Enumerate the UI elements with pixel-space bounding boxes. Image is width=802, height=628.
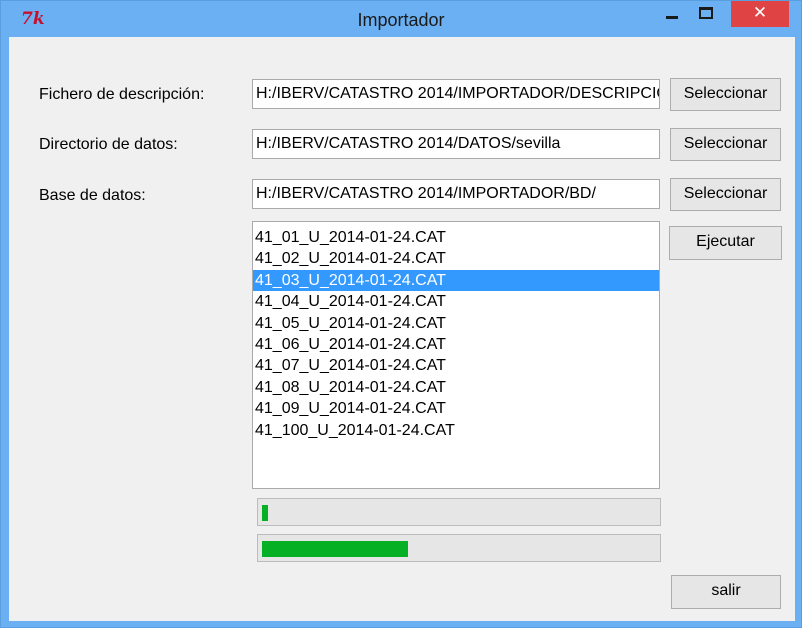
select-base-button[interactable]: Seleccionar [670,178,781,211]
list-item[interactable]: 41_100_U_2014-01-24.CAT [253,420,659,441]
list-item[interactable]: 41_08_U_2014-01-24.CAT [253,377,659,398]
minimize-button[interactable] [655,1,689,27]
close-button[interactable]: ✕ [731,1,789,27]
total-progress-bar [257,534,661,562]
base-label: Base de datos: [39,187,146,204]
select-fichero-button[interactable]: Seleccionar [670,78,781,111]
file-progress-fill [262,505,268,521]
directorio-field[interactable]: H:/IBERV/CATASTRO 2014/DATOS/sevilla [252,129,660,159]
list-item[interactable]: 41_06_U_2014-01-24.CAT [253,334,659,355]
title-bar[interactable]: 7k Importador ✕ [1,1,801,37]
fichero-field[interactable]: H:/IBERV/CATASTRO 2014/IMPORTADOR/DESCRI… [252,79,660,109]
list-item[interactable]: 41_05_U_2014-01-24.CAT [253,313,659,334]
list-item[interactable]: 41_07_U_2014-01-24.CAT [253,355,659,376]
list-item[interactable]: 41_03_U_2014-01-24.CAT [253,269,659,292]
maximize-button[interactable] [689,1,723,27]
maximize-icon [699,7,713,19]
fichero-label: Fichero de descripción: [39,86,205,103]
list-item[interactable]: 41_04_U_2014-01-24.CAT [253,291,659,312]
file-list[interactable]: 41_01_U_2014-01-24.CAT 41_02_U_2014-01-2… [252,221,660,489]
ejecutar-button[interactable]: Ejecutar [669,226,782,260]
close-icon: ✕ [752,3,768,23]
client-area: Fichero de descripción: H:/IBERV/CATASTR… [9,37,795,621]
total-progress-fill [262,541,408,557]
directorio-label: Directorio de datos: [39,136,178,153]
select-directorio-button[interactable]: Seleccionar [670,128,781,161]
list-item[interactable]: 41_01_U_2014-01-24.CAT [253,227,659,248]
base-field[interactable]: H:/IBERV/CATASTRO 2014/IMPORTADOR/BD/ [252,179,660,209]
minimize-icon [666,16,678,19]
salir-button[interactable]: salir [671,575,781,609]
importador-window: 7k Importador ✕ Fichero de descripción: … [0,0,802,628]
file-progress-bar [257,498,661,526]
list-item[interactable]: 41_02_U_2014-01-24.CAT [253,248,659,269]
list-item[interactable]: 41_09_U_2014-01-24.CAT [253,398,659,419]
